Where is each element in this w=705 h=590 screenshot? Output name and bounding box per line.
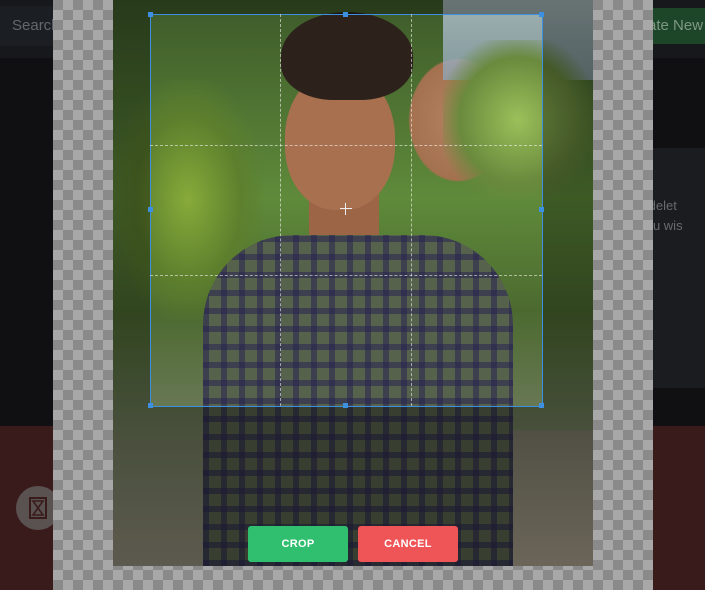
crop-guide-vertical-2 bbox=[411, 14, 412, 406]
resize-handle-s[interactable] bbox=[343, 403, 348, 408]
crop-center-icon bbox=[340, 203, 352, 215]
resize-handle-se[interactable] bbox=[539, 403, 544, 408]
cancel-button[interactable]: CANCEL bbox=[358, 526, 458, 562]
crop-guide-vertical-1 bbox=[280, 14, 281, 406]
resize-handle-sw[interactable] bbox=[148, 403, 153, 408]
crop-guide-horizontal-2 bbox=[150, 275, 542, 276]
resize-handle-nw[interactable] bbox=[148, 12, 153, 17]
resize-handle-e[interactable] bbox=[539, 207, 544, 212]
resize-handle-w[interactable] bbox=[148, 207, 153, 212]
resize-handle-ne[interactable] bbox=[539, 12, 544, 17]
crop-guide-horizontal-1 bbox=[150, 145, 542, 146]
resize-handle-n[interactable] bbox=[343, 12, 348, 17]
crop-button[interactable]: CROP bbox=[248, 526, 348, 562]
